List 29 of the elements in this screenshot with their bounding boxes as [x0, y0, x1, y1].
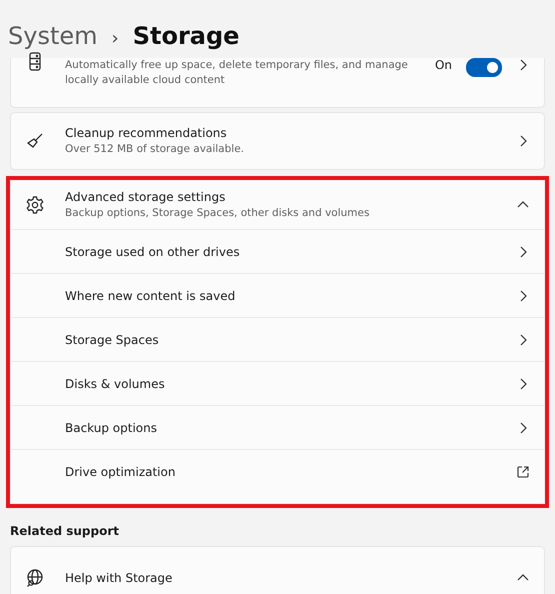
- external-link-icon: [516, 464, 530, 478]
- settings-row[interactable]: Disks & volumes: [11, 361, 544, 405]
- storage-sense-toggle[interactable]: [466, 58, 502, 77]
- settings-row[interactable]: Where new content is saved: [11, 273, 544, 317]
- cleanup-description: Over 512 MB of storage available.: [65, 142, 245, 156]
- settings-row[interactable]: Storage Spaces: [11, 317, 544, 361]
- settings-row[interactable]: Backup options: [11, 405, 544, 449]
- row-label: Drive optimization: [65, 464, 176, 478]
- storage-sense-description: Automatically free up space, delete temporary files, and manage locally available cloud content: [65, 58, 409, 88]
- help-title: Help with Storage: [65, 571, 174, 585]
- help-card[interactable]: Help with Storage: [10, 546, 545, 594]
- advanced-storage-header[interactable]: Advanced storage settings Backup options, Storage Spaces, other disks and volumes: [11, 181, 544, 229]
- toggle-label: On: [434, 58, 452, 72]
- section-heading: Related support: [10, 524, 120, 538]
- settings-row[interactable]: Drive optimization: [11, 449, 544, 493]
- row-label: Disks & volumes: [65, 376, 166, 390]
- advanced-description: Backup options, Storage Spaces, other disks and volumes: [65, 206, 370, 220]
- settings-row[interactable]: Storage used on other drives: [11, 229, 544, 273]
- row-label: Where new content is saved: [65, 288, 236, 302]
- globe-search-icon: [25, 568, 45, 588]
- row-label: Storage used on other drives: [65, 244, 241, 258]
- advanced-title: Advanced storage settings: [65, 190, 226, 204]
- row-label: Backup options: [65, 420, 158, 434]
- page-title: Storage: [132, 22, 240, 50]
- cleanup-title: Cleanup recommendations: [65, 126, 228, 140]
- row-label: Storage Spaces: [65, 332, 160, 346]
- breadcrumb-parent[interactable]: System: [8, 22, 98, 50]
- breadcrumb-separator: ›: [112, 28, 119, 49]
- settings-icon: [25, 195, 45, 215]
